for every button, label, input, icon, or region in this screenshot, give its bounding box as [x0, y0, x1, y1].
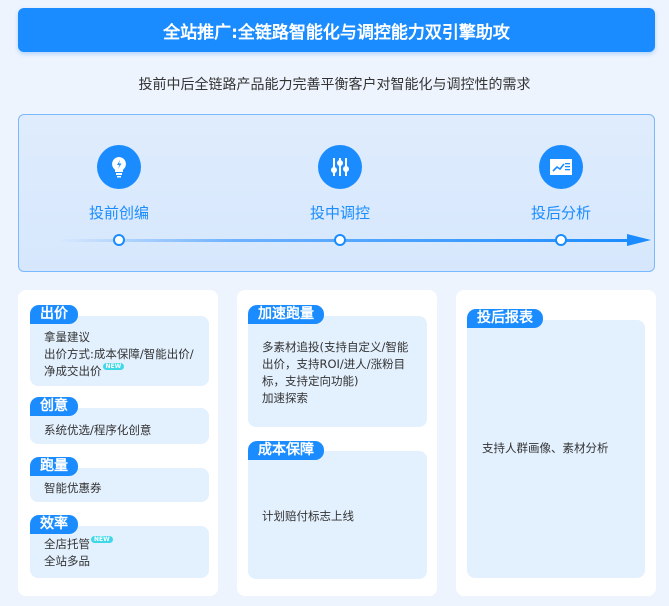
timeline-line [59, 239, 639, 242]
feature-text: 净成交出价 [44, 364, 102, 378]
step-mid: 投中调控 [280, 145, 400, 223]
section-box: 计划赔付标志上线 [248, 451, 427, 579]
feature-text: 全站多品 [44, 554, 90, 568]
feature-text: 支持人群画像、素材分析 [482, 441, 609, 455]
feature-text: 计划赔付标志上线 [262, 509, 354, 523]
step-label: 投后分析 [530, 204, 591, 222]
subtitle: 投前中后全链路产品能力完善平衡客户对智能化与调控性的需求 [138, 77, 531, 93]
feature-text: 出价方式:成本保障/智能出价/ [44, 347, 194, 361]
section-tag: 效率 [30, 515, 78, 534]
timeline-dot [555, 234, 567, 246]
feature-text: 加速探索 [262, 391, 308, 405]
section-tag: 出价 [30, 305, 78, 324]
section-tag: 跑量 [30, 457, 78, 476]
feature-text: 多素材追投(支持自定义/智能出价，支持ROI/进人/涨粉目标，支持定向功能) [262, 340, 409, 388]
section-tag: 创意 [30, 397, 78, 416]
new-badge: NEW [91, 536, 113, 543]
step-pre: 投前创编 [59, 145, 179, 223]
lightbulb-icon [97, 145, 141, 189]
column-pre: 出价 拿量建议 出价方式:成本保障/智能出价/ 净成交出价 NEW 创意 系统优选… [18, 290, 218, 596]
step-label: 投前创编 [88, 204, 149, 222]
section-box: 支持人群画像、素材分析 [467, 320, 645, 578]
step-label: 投中调控 [309, 204, 370, 222]
section-box: 拿量建议 出价方式:成本保障/智能出价/ 净成交出价 NEW [30, 316, 209, 386]
section-tag: 加速跑量 [248, 305, 324, 324]
timeline-arrow [627, 234, 651, 246]
column-mid: 加速跑量 多素材追投(支持自定义/智能出价，支持ROI/进人/涨粉目标，支持定向… [237, 290, 437, 596]
page-title: 全站推广:全链路智能化与调控能力双引擎助攻 [18, 8, 655, 52]
new-badge: NEW [102, 363, 125, 370]
sliders-icon [318, 145, 362, 189]
feature-text: 系统优选/程序化创意 [44, 423, 152, 437]
timeline-dot [334, 234, 346, 246]
feature-text: 智能优惠券 [44, 481, 102, 495]
step-post: 投后分析 [501, 145, 621, 223]
section-tag: 成本保障 [248, 441, 324, 460]
section-box: 多素材追投(支持自定义/智能出价，支持ROI/进人/涨粉目标，支持定向功能) 加… [248, 316, 427, 427]
feature-text: 拿量建议 [44, 330, 90, 344]
section-tag: 投后报表 [467, 309, 543, 328]
chart-report-icon [539, 145, 583, 189]
feature-text: 全店托管 [44, 537, 90, 551]
timeline-dot [113, 234, 125, 246]
column-post: 投后报表 支持人群画像、素材分析 [456, 290, 656, 596]
flow-panel: 投前创编 投中调控 投后分析 [18, 114, 655, 272]
